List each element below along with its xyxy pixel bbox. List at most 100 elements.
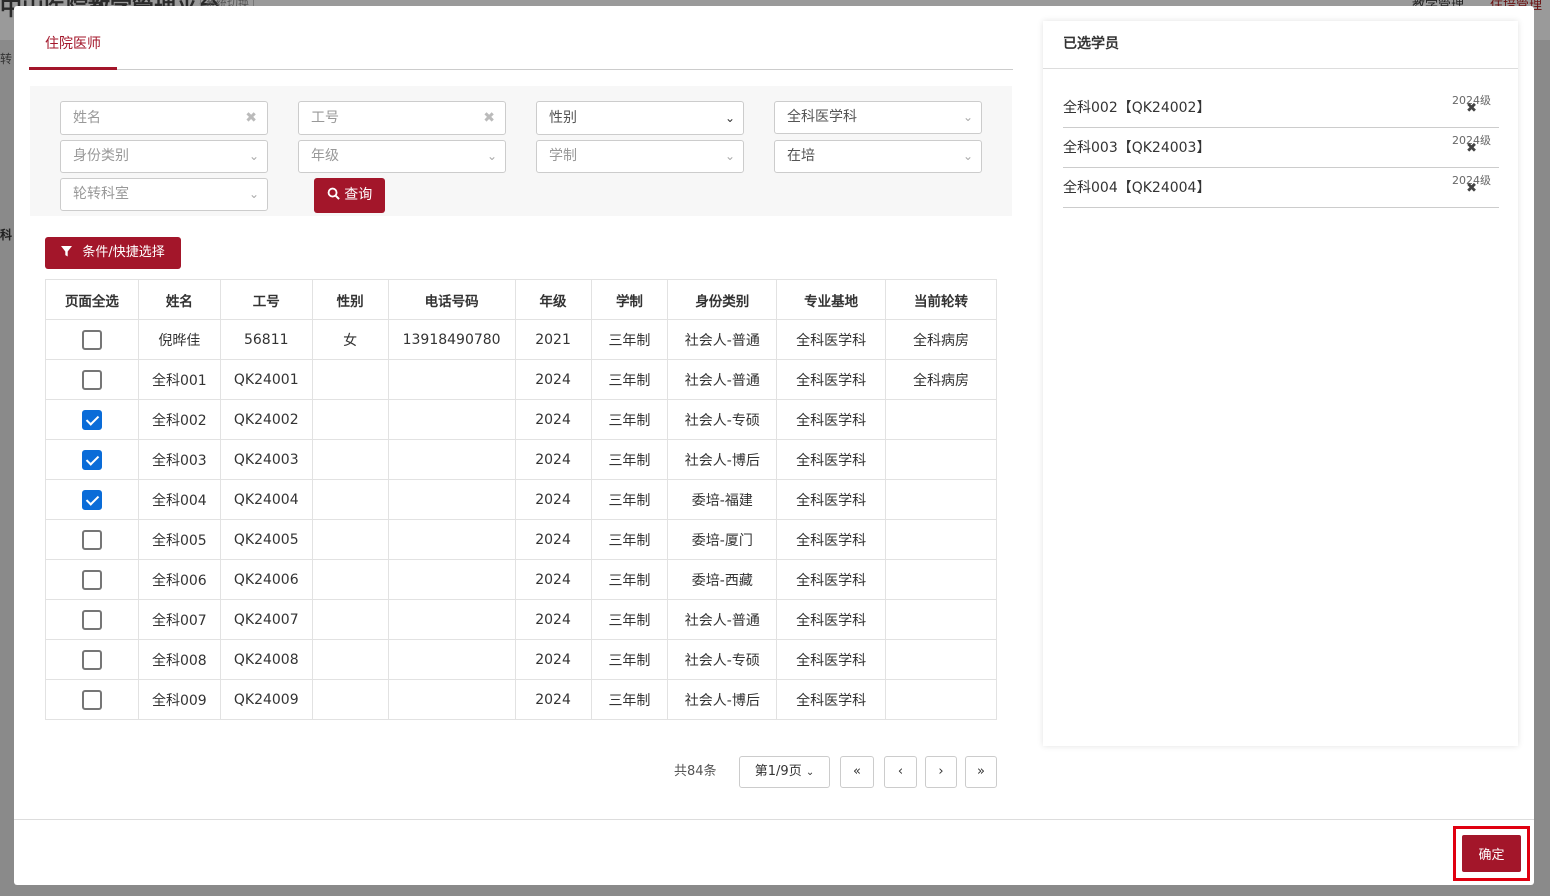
confirm-button[interactable]: 确定 [1462,835,1521,872]
base-select[interactable]: 全科医学科 ⌄ [774,101,982,134]
cell-gender [311,479,389,520]
gender-select[interactable]: 性别 ⌄ [536,101,744,135]
selected-student-item: 全科002【QK24002】 2024级 ✖ [1063,88,1499,128]
cell-checkbox [45,599,139,640]
identity-select[interactable]: 身份类别 ⌄ [60,140,268,173]
remove-icon[interactable]: ✖ [1466,101,1477,116]
cell-gender [311,439,389,480]
cell-identity: 委培-厦门 [667,519,778,560]
cell-checkbox [45,319,139,360]
row-checkbox[interactable] [81,689,102,710]
row-checkbox[interactable] [81,569,102,590]
id-filter-placeholder: 工号 [311,110,339,126]
row-checkbox[interactable] [81,369,102,390]
row-checkbox[interactable] [81,529,102,550]
row-checkbox[interactable] [81,409,102,430]
cell-id: QK24007 [219,599,313,640]
table-row[interactable]: 全科007 QK24007 2024 三年制 社会人-普通 全科医学科 [45,599,997,640]
cell-rotation [885,599,997,640]
cell-identity: 社会人-专硕 [667,639,778,680]
system-select[interactable]: 学制 ⌄ [536,140,744,173]
cell-id: QK24005 [219,519,313,560]
status-select[interactable]: 在培 ⌄ [774,140,982,173]
cell-phone [387,639,516,680]
background-side-text: 科 [0,228,13,242]
system-select-placeholder: 学制 [549,148,577,164]
cell-grade: 2024 [514,519,592,560]
table-row[interactable]: 全科006 QK24006 2024 三年制 委培-西藏 全科医学科 [45,559,997,600]
selected-student-name: 全科003【QK24003】 [1063,140,1211,156]
cell-id: QK24002 [219,399,313,440]
row-checkbox[interactable] [81,649,102,670]
cell-checkbox [45,399,139,440]
prev-page-button[interactable]: ‹ [884,756,917,788]
table-row[interactable]: 全科001 QK24001 2024 三年制 社会人-普通 全科医学科 全科病房 [45,359,997,400]
cell-base: 全科医学科 [776,679,887,720]
row-checkbox[interactable] [81,609,102,630]
name-filter-placeholder: 姓名 [73,110,101,126]
chevron-down-icon: ⌄ [486,149,497,163]
chevron-down-icon: ⌄ [962,149,973,163]
cell-rotation [885,479,997,520]
cell-identity: 社会人-专硕 [667,399,778,440]
cell-base: 全科医学科 [776,319,887,360]
cell-system: 三年制 [590,479,669,520]
table-row[interactable]: 全科003 QK24003 2024 三年制 社会人-博后 全科医学科 [45,439,997,480]
cell-identity: 社会人-普通 [667,599,778,640]
cell-rotation [885,639,997,680]
grade-select[interactable]: 年级 ⌄ [298,140,506,173]
row-checkbox[interactable] [81,489,102,510]
condition-quick-select-button[interactable]: 条件/快捷选择 [45,237,181,269]
cell-gender [311,639,389,680]
cell-system: 三年制 [590,319,669,360]
cell-phone [387,519,516,560]
cell-checkbox [45,359,139,400]
last-page-button[interactable]: » [965,756,997,788]
remove-icon[interactable]: ✖ [1466,181,1477,196]
cell-rotation [885,439,997,480]
chevron-down-icon: ⌄ [724,149,735,163]
query-button[interactable]: 查询 [314,178,385,213]
header-identity: 身份类别 [667,279,778,320]
cell-base: 全科医学科 [776,519,887,560]
remove-icon[interactable]: ✖ [1466,141,1477,156]
table-header-row: 页面全选 姓名 工号 性别 电话号码 年级 学制 身份类别 专业基地 当前轮转 [45,279,997,320]
cell-phone [387,399,516,440]
cell-phone [387,599,516,640]
cell-grade: 2024 [514,359,592,400]
header-select-all[interactable]: 页面全选 [45,279,139,320]
cell-rotation [885,399,997,440]
table-row[interactable]: 全科004 QK24004 2024 三年制 委培-福建 全科医学科 [45,479,997,520]
dept-select[interactable]: 轮转科室 ⌄ [60,178,268,211]
cell-checkbox [45,479,139,520]
table-row[interactable]: 全科002 QK24002 2024 三年制 社会人-专硕 全科医学科 [45,399,997,440]
selected-panel-title: 已选学员 [1063,36,1119,52]
cell-id: QK24006 [219,559,313,600]
table-row[interactable]: 全科005 QK24005 2024 三年制 委培-厦门 全科医学科 [45,519,997,560]
cell-grade: 2021 [514,319,592,360]
cell-identity: 社会人-博后 [667,679,778,720]
id-filter-input[interactable]: 工号 ✖ [298,101,506,135]
search-icon [327,187,344,203]
next-page-button[interactable]: › [925,756,957,788]
cell-base: 全科医学科 [776,599,887,640]
filter-panel: 姓名 ✖ 工号 ✖ 性别 ⌄ 全科医学科 ⌄ 身份类别 ⌄ 年级 ⌄ 学制 ⌄ … [30,86,1012,216]
page-select[interactable]: 第1/9页 ⌄ [739,756,830,788]
cell-system: 三年制 [590,679,669,720]
clear-icon[interactable]: ✖ [245,102,257,134]
cell-base: 全科医学科 [776,399,887,440]
base-select-value: 全科医学科 [787,109,857,125]
table-row[interactable]: 全科009 QK24009 2024 三年制 社会人-博后 全科医学科 [45,679,997,720]
clear-icon[interactable]: ✖ [483,102,495,134]
row-checkbox[interactable] [81,449,102,470]
cell-name: 倪晔佳 [137,319,221,360]
cell-base: 全科医学科 [776,439,887,480]
pager-total: 共84条 [674,764,717,779]
tab-resident-doctor[interactable]: 住院医师 [29,22,117,70]
row-checkbox[interactable] [81,329,102,350]
table-row[interactable]: 全科008 QK24008 2024 三年制 社会人-专硕 全科医学科 [45,639,997,680]
identity-select-placeholder: 身份类别 [73,148,129,164]
first-page-button[interactable]: « [840,756,874,788]
name-filter-input[interactable]: 姓名 ✖ [60,101,268,135]
table-row[interactable]: 倪晔佳 56811 女 13918490780 2021 三年制 社会人-普通 全科医学科 全科… [45,319,997,360]
